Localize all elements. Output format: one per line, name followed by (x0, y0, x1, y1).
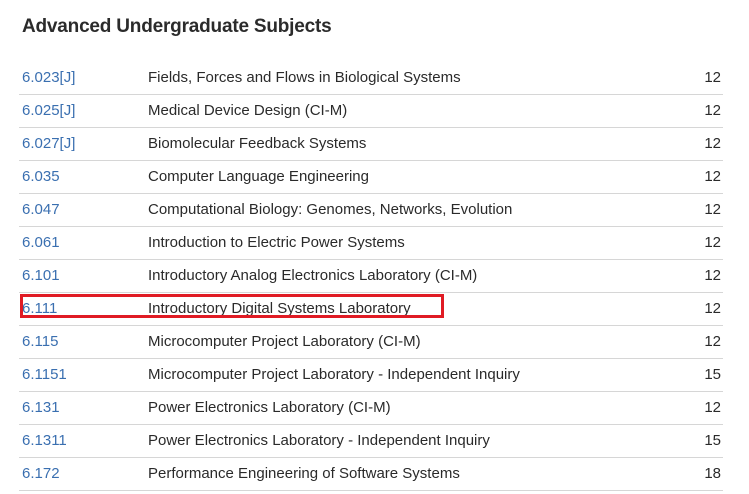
table-row: 6.061 Introduction to Electric Power Sys… (19, 226, 723, 260)
table-row-highlighted: 6.111 Introductory Digital Systems Labor… (19, 292, 723, 326)
subject-title: Power Electronics Laboratory - Independe… (148, 424, 681, 458)
subject-units: 15 (681, 358, 723, 392)
subject-code-link[interactable]: 6.1151 (22, 366, 67, 383)
subject-code-link[interactable]: 6.047 (22, 201, 60, 218)
table-row: 6.023[J] Fields, Forces and Flows in Bio… (19, 61, 723, 95)
subject-title: Microcomputer Project Laboratory - Indep… (148, 358, 681, 392)
subject-code-link[interactable]: 6.027[J] (22, 135, 75, 152)
table-row: 6.047 Computational Biology: Genomes, Ne… (19, 193, 723, 227)
subject-units: 12 (681, 259, 723, 293)
subject-title: Power Electronics Laboratory (CI-M) (148, 391, 681, 425)
table-row: 6.115 Microcomputer Project Laboratory (… (19, 325, 723, 359)
subject-code-link[interactable]: 6.172 (22, 465, 60, 482)
subject-units: 15 (681, 424, 723, 458)
table-row: 6.1151 Microcomputer Project Laboratory … (19, 358, 723, 392)
subject-units: 12 (681, 127, 723, 161)
subjects-table: 6.023[J] Fields, Forces and Flows in Bio… (19, 61, 723, 491)
table-row: 6.101 Introductory Analog Electronics La… (19, 259, 723, 293)
subject-units: 12 (681, 61, 723, 95)
subject-title: Medical Device Design (CI-M) (148, 94, 681, 128)
subject-code-link[interactable]: 6.131 (22, 399, 60, 416)
subject-units: 18 (681, 457, 723, 491)
subject-code-link[interactable]: 6.035 (22, 168, 60, 185)
subject-units: 12 (681, 226, 723, 260)
subject-units: 12 (681, 391, 723, 425)
subject-units: 12 (681, 94, 723, 128)
subject-code-link[interactable]: 6.115 (22, 333, 58, 350)
subject-title: Performance Engineering of Software Syst… (148, 457, 681, 491)
subject-title: Biomolecular Feedback Systems (148, 127, 681, 161)
subject-code-link[interactable]: 6.023[J] (22, 69, 75, 86)
table-row: 6.1311 Power Electronics Laboratory - In… (19, 424, 723, 458)
table-row: 6.035 Computer Language Engineering 12 (19, 160, 723, 194)
subject-units: 12 (681, 325, 723, 359)
subject-code-link[interactable]: 6.061 (22, 234, 60, 251)
subject-title: Introduction to Electric Power Systems (148, 226, 681, 260)
table-row: 6.025[J] Medical Device Design (CI-M) 12 (19, 94, 723, 128)
subject-title: Computer Language Engineering (148, 160, 681, 194)
subject-title: Introductory Analog Electronics Laborato… (148, 259, 681, 293)
subject-title: Fields, Forces and Flows in Biological S… (148, 61, 681, 95)
subject-title: Introductory Digital Systems Laboratory (148, 292, 681, 326)
subject-units: 12 (681, 160, 723, 194)
table-row: 6.027[J] Biomolecular Feedback Systems 1… (19, 127, 723, 161)
section-heading: Advanced Undergraduate Subjects (22, 16, 332, 37)
subject-title: Microcomputer Project Laboratory (CI-M) (148, 325, 681, 359)
subject-code-link[interactable]: 6.111 (22, 300, 57, 317)
subject-code-link[interactable]: 6.1311 (22, 432, 67, 449)
table-row: 6.172 Performance Engineering of Softwar… (19, 457, 723, 491)
subject-units: 12 (681, 292, 723, 326)
subject-units: 12 (681, 193, 723, 227)
subject-title: Computational Biology: Genomes, Networks… (148, 193, 681, 227)
subject-code-link[interactable]: 6.101 (22, 267, 60, 284)
table-row: 6.131 Power Electronics Laboratory (CI-M… (19, 391, 723, 425)
subject-code-link[interactable]: 6.025[J] (22, 102, 75, 119)
